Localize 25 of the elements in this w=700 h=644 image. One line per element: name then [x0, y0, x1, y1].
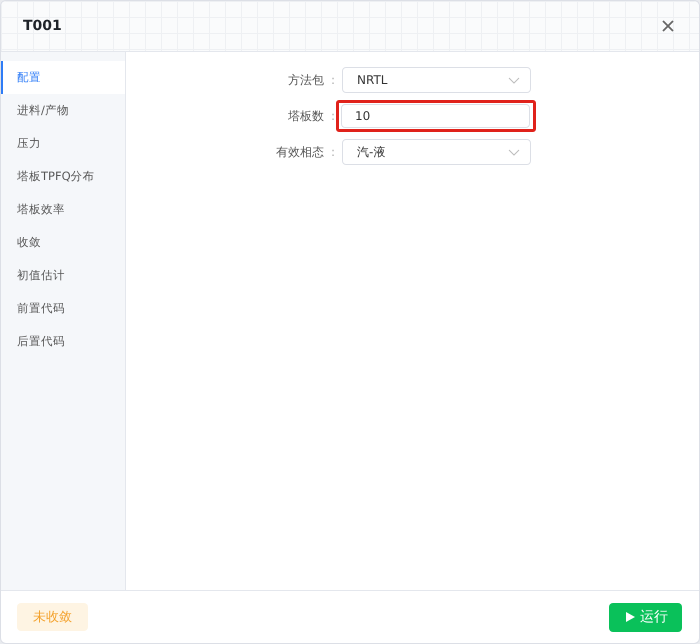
select-field[interactable]: 汽-液	[342, 139, 531, 165]
close-icon	[661, 19, 675, 33]
sidebar-item[interactable]: 压力	[1, 127, 125, 160]
sidebar-item[interactable]: 初值估计	[1, 259, 125, 292]
colon-label: :	[330, 109, 336, 123]
field-label: 方法包	[287, 72, 324, 88]
sidebar-item[interactable]: 配置	[1, 61, 125, 94]
field-label: 塔板数	[287, 108, 324, 124]
colon-label: :	[330, 73, 336, 87]
select-field[interactable]: NRTL	[342, 67, 531, 93]
sidebar-item[interactable]: 后置代码	[1, 325, 125, 358]
close-button[interactable]	[661, 19, 675, 33]
window-title: T001	[23, 18, 62, 34]
field-label: 有效相态	[275, 144, 324, 160]
sidebar-item[interactable]: 收敛	[1, 226, 125, 259]
play-icon	[625, 611, 636, 623]
status-badge: 未收敛	[17, 603, 88, 631]
chevron-down-icon	[508, 76, 520, 84]
sidebar-item[interactable]: 进料/产物	[1, 94, 125, 127]
input-field[interactable]: 10	[341, 104, 530, 128]
sidebar-item[interactable]: 塔板效率	[1, 193, 125, 226]
sidebar-item[interactable]: 前置代码	[1, 292, 125, 325]
sidebar-item[interactable]: 塔板TPFQ分布	[1, 160, 125, 193]
colon-label: :	[330, 145, 336, 159]
chevron-down-icon	[508, 148, 520, 156]
